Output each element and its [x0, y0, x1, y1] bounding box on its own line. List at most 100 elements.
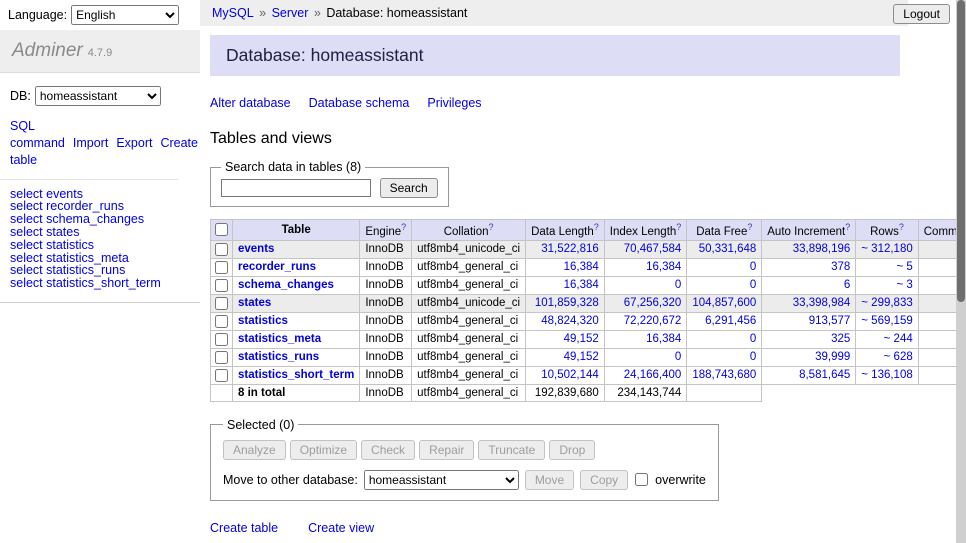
overwrite-checkbox[interactable] [635, 473, 648, 486]
auto-increment-link[interactable]: 8,581,645 [799, 369, 850, 381]
data-length-link[interactable]: 101,859,328 [535, 297, 599, 309]
rows-count-link[interactable]: ~ 299,833 [861, 297, 912, 309]
auto-increment-link[interactable]: 33,398,984 [793, 297, 851, 309]
data-free-cell: 188,743,680 [687, 366, 762, 384]
create-links: Create table Create view [210, 521, 900, 535]
rows-count-link[interactable]: ~ 3 [896, 279, 912, 291]
auto-increment-link[interactable]: 6 [844, 279, 850, 291]
index-length-link[interactable]: 16,384 [646, 261, 681, 273]
breadcrumb-link-server[interactable]: Server [272, 6, 309, 20]
move-db-select[interactable]: homeassistant [364, 470, 519, 490]
table-name-link[interactable]: statistics_short_term [238, 369, 354, 381]
auto-increment-link[interactable]: 325 [831, 333, 850, 345]
db-select[interactable]: homeassistant [35, 86, 161, 106]
auto-increment-link[interactable]: 378 [831, 261, 850, 273]
collation-cell: utf8mb4_general_ci [412, 312, 526, 330]
data-length-cell: 101,859,328 [526, 294, 605, 312]
index-length-link[interactable]: 72,220,672 [624, 315, 682, 327]
move-row: Move to other database: homeassistant Mo… [223, 470, 706, 490]
engine-cell: InnoDB [360, 366, 412, 384]
rows-count-link[interactable]: ~ 136,108 [861, 369, 912, 381]
brand-name[interactable]: Adminer [12, 40, 83, 61]
scrollbar-thumb[interactable] [957, 0, 965, 302]
row-checkbox[interactable] [215, 261, 228, 274]
select-all-checkbox[interactable] [215, 223, 228, 236]
data-free-link[interactable]: 188,743,680 [692, 369, 756, 381]
help-icon[interactable]: ? [899, 222, 904, 232]
help-icon[interactable]: ? [594, 222, 599, 232]
help-icon[interactable]: ? [747, 222, 752, 232]
auto-increment-link[interactable]: 913,577 [809, 315, 851, 327]
help-icon[interactable]: ? [845, 222, 850, 232]
db-action-database-schema[interactable]: Database schema [309, 96, 410, 110]
index-length-link[interactable]: 24,166,400 [624, 369, 682, 381]
table-name-link[interactable]: statistics_meta [238, 333, 321, 345]
table-name-link[interactable]: schema_changes [238, 279, 334, 291]
table-name-link[interactable]: statistics_runs [238, 351, 319, 363]
help-icon[interactable]: ? [676, 222, 681, 232]
help-icon[interactable]: ? [401, 222, 406, 232]
table-name-cell: statistics_runs [233, 348, 360, 366]
create-link-create-table[interactable]: Create table [210, 521, 278, 535]
data-free-link[interactable]: 104,857,600 [692, 297, 756, 309]
sidebar-table-link-select-states[interactable]: select states [10, 226, 190, 239]
data-length-link[interactable]: 31,522,816 [541, 243, 599, 255]
rows-count-link[interactable]: ~ 628 [884, 351, 913, 363]
sidebar-link-sql-command[interactable]: SQL command [10, 119, 65, 150]
db-action-alter-database[interactable]: Alter database [210, 96, 291, 110]
total-data-length-cell: 192,839,680 [526, 384, 605, 401]
data-length-link[interactable]: 10,502,144 [541, 369, 599, 381]
index-length-link[interactable]: 0 [675, 279, 681, 291]
vertical-scrollbar[interactable] [956, 0, 966, 543]
row-checkbox[interactable] [215, 315, 228, 328]
data-length-link[interactable]: 49,152 [564, 351, 599, 363]
search-input[interactable] [221, 179, 371, 197]
sidebar-link-export[interactable]: Export [116, 136, 152, 150]
data-length-link[interactable]: 49,152 [564, 333, 599, 345]
table-name-link[interactable]: statistics [238, 315, 288, 327]
row-checkbox[interactable] [215, 333, 228, 346]
data-free-link[interactable]: 6,291,456 [705, 315, 756, 327]
row-checkbox[interactable] [215, 279, 228, 292]
data-free-cell: 0 [687, 258, 762, 276]
auto-increment-cell: 6 [762, 276, 856, 294]
data-free-link[interactable]: 0 [750, 279, 756, 291]
rows-count-link[interactable]: ~ 244 [884, 333, 913, 345]
data-free-link[interactable]: 0 [750, 261, 756, 273]
index-length-link[interactable]: 16,384 [646, 333, 681, 345]
logout-button[interactable]: Logout [893, 4, 950, 24]
index-length-link[interactable]: 67,256,320 [624, 297, 682, 309]
data-free-link[interactable]: 50,331,648 [699, 243, 757, 255]
rows-count-cell: ~ 569,159 [856, 312, 918, 330]
auto-increment-link[interactable]: 33,898,196 [793, 243, 851, 255]
row-checkbox[interactable] [215, 369, 228, 382]
table-name-link[interactable]: events [238, 243, 274, 255]
language-select[interactable]: English [71, 5, 179, 25]
help-icon[interactable]: ? [488, 222, 493, 232]
rows-count-link[interactable]: ~ 5 [896, 261, 912, 273]
data-free-link[interactable]: 0 [750, 351, 756, 363]
index-length-link[interactable]: 70,467,584 [624, 243, 682, 255]
data-length-link[interactable]: 16,384 [564, 279, 599, 291]
rows-count-link[interactable]: ~ 569,159 [861, 315, 912, 327]
auto-increment-link[interactable]: 39,999 [815, 351, 850, 363]
db-action-privileges[interactable]: Privileges [427, 96, 481, 110]
sidebar-link-import[interactable]: Import [73, 136, 108, 150]
table-name-link[interactable]: recorder_runs [238, 261, 316, 273]
row-checkbox[interactable] [215, 243, 228, 256]
index-length-link[interactable]: 0 [675, 351, 681, 363]
data-free-link[interactable]: 0 [750, 333, 756, 345]
sidebar-table-link-select-statistics-short-term[interactable]: select statistics_short_term [10, 277, 190, 290]
breadcrumb-link-mysql[interactable]: MySQL [212, 6, 254, 20]
rows-count-link[interactable]: ~ 312,180 [861, 243, 912, 255]
search-button[interactable]: Search [380, 178, 438, 198]
sidebar-table-link-select-statistics[interactable]: select statistics [10, 239, 190, 252]
create-link-create-view[interactable]: Create view [308, 521, 374, 535]
data-length-link[interactable]: 48,824,320 [541, 315, 599, 327]
row-checkbox[interactable] [215, 351, 228, 364]
collation-cell: utf8mb4_general_ci [412, 330, 526, 348]
table-name-link[interactable]: states [238, 297, 271, 309]
overwrite-label[interactable]: overwrite [655, 473, 706, 487]
data-length-link[interactable]: 16,384 [564, 261, 599, 273]
row-checkbox[interactable] [215, 297, 228, 310]
